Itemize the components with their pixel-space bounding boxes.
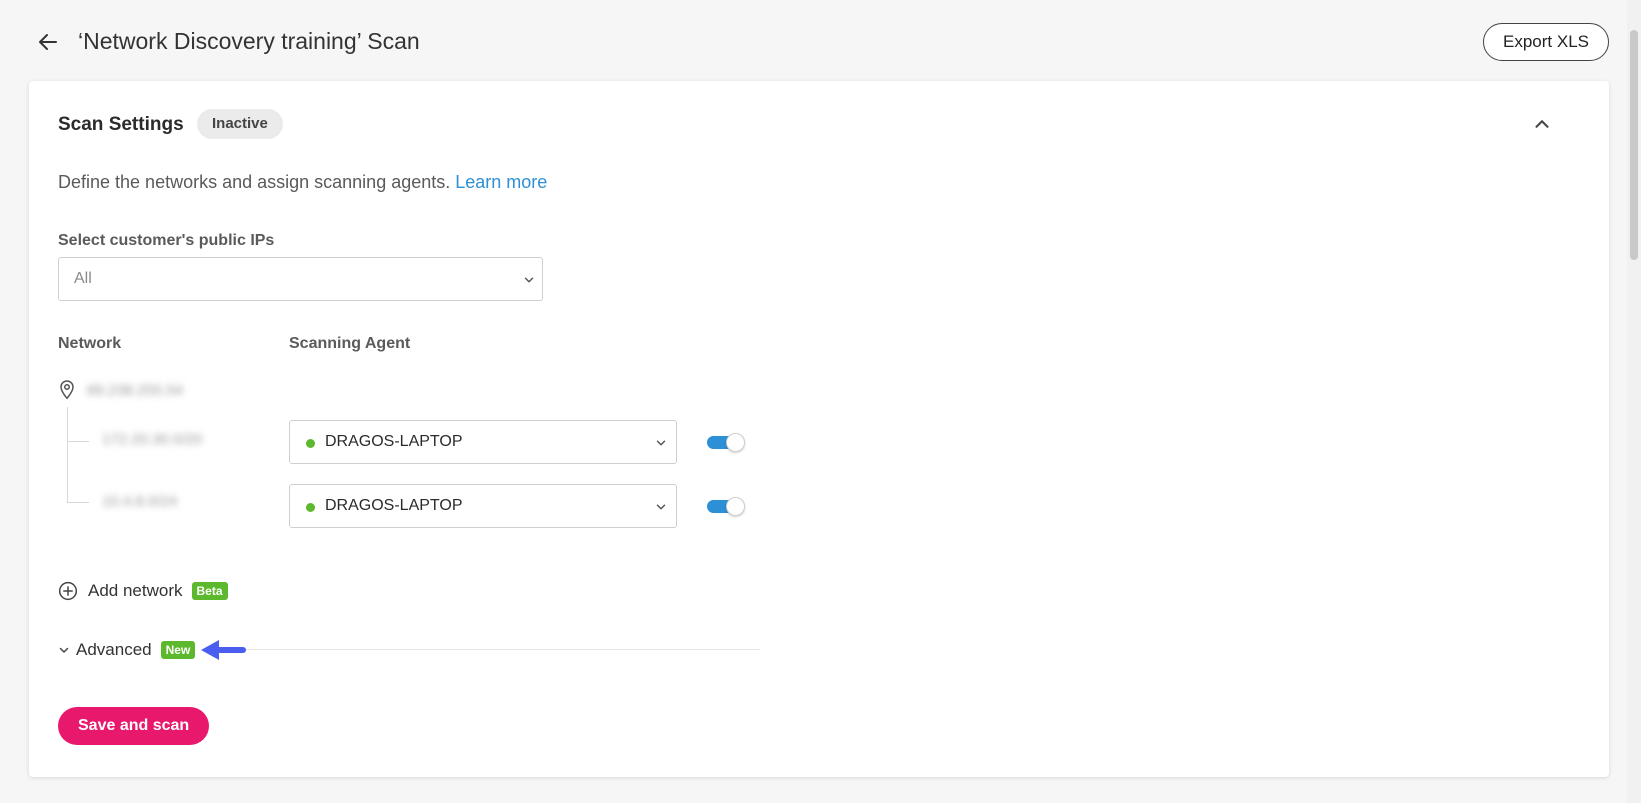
chevron-down-icon (656, 440, 666, 446)
page-title: ‘Network Discovery training’ Scan (78, 28, 420, 54)
tree-vertical-line (67, 407, 68, 502)
location-pin-icon (60, 380, 74, 400)
description-text: Define the networks and assign scanning … (58, 172, 451, 192)
learn-more-link[interactable]: Learn more (455, 172, 547, 192)
scan-settings-card: Scan Settings Inactive Define the networ… (29, 81, 1609, 777)
pointer-arrow-icon (201, 640, 246, 660)
public-ips-select[interactable]: All (58, 257, 543, 301)
add-network-button[interactable]: Add network Beta (58, 579, 228, 603)
chevron-down-icon (524, 277, 534, 283)
public-network-address: 89.238.255.54 (87, 382, 183, 399)
advanced-divider (219, 649, 760, 650)
page-header: ‘Network Discovery training’ Scan Export… (0, 0, 1641, 80)
add-network-label: Add network (88, 581, 183, 600)
public-ips-value: All (74, 270, 92, 287)
new-badge: New (160, 641, 196, 659)
advanced-toggle[interactable]: Advanced New (58, 638, 196, 662)
subnet-address: 172.20.30.0/20 (102, 431, 203, 448)
agent-column-header: Scanning Agent (289, 335, 411, 352)
save-and-scan-button[interactable]: Save and scan (58, 707, 210, 745)
settings-description: Define the networks and assign scanning … (58, 172, 547, 193)
export-xls-button[interactable]: Export XLS (1483, 23, 1609, 61)
scrollbar[interactable] (1627, 0, 1641, 803)
toggle-knob (726, 497, 745, 516)
online-status-dot (306, 503, 315, 512)
scanning-agent-select[interactable]: DRAGOS-LAPTOP (289, 484, 677, 528)
subnet-address: 10.4.8.0/24 (102, 493, 178, 510)
scrollbar-thumb[interactable] (1630, 30, 1638, 260)
beta-badge: Beta (191, 582, 228, 600)
subnet-enable-toggle[interactable] (707, 497, 745, 516)
chevron-up-icon[interactable] (1531, 113, 1553, 135)
section-title: Scan Settings (58, 114, 184, 135)
subnet-enable-toggle[interactable] (707, 433, 745, 452)
agent-name: DRAGOS-LAPTOP (325, 433, 463, 450)
status-badge: Inactive (197, 109, 283, 139)
online-status-dot (306, 439, 315, 448)
chevron-down-icon (656, 504, 666, 510)
advanced-label: Advanced (76, 640, 152, 659)
toggle-knob (726, 433, 745, 452)
agent-name: DRAGOS-LAPTOP (325, 497, 463, 514)
tree-branch-line (67, 502, 89, 503)
chevron-down-icon (59, 647, 69, 653)
public-ips-label: Select customer's public IPs (58, 232, 275, 249)
tree-branch-line (67, 441, 89, 442)
network-column-header: Network (58, 335, 122, 352)
back-arrow-icon[interactable] (36, 30, 60, 54)
scanning-agent-select[interactable]: DRAGOS-LAPTOP (289, 420, 677, 464)
plus-circle-icon (58, 581, 78, 601)
